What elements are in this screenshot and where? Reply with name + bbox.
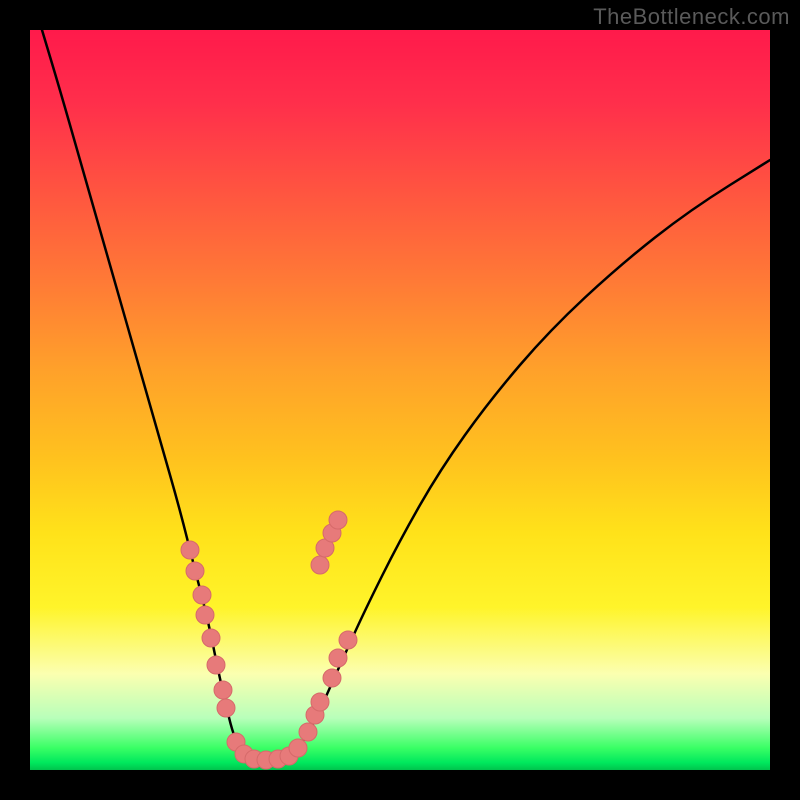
- data-point: [311, 556, 329, 574]
- data-point: [181, 541, 199, 559]
- data-point: [311, 693, 329, 711]
- data-point: [289, 739, 307, 757]
- data-point: [339, 631, 357, 649]
- plot-area: [30, 30, 770, 770]
- curve-svg: [30, 30, 770, 770]
- data-point: [323, 669, 341, 687]
- chart-frame: TheBottleneck.com: [0, 0, 800, 800]
- data-point: [214, 681, 232, 699]
- data-point: [217, 699, 235, 717]
- data-point: [329, 649, 347, 667]
- data-point: [207, 656, 225, 674]
- data-point: [196, 606, 214, 624]
- data-point: [193, 586, 211, 604]
- curve-paths: [42, 30, 770, 760]
- data-point: [299, 723, 317, 741]
- data-point: [329, 511, 347, 529]
- data-points: [181, 511, 357, 769]
- data-point: [202, 629, 220, 647]
- watermark-text: TheBottleneck.com: [593, 4, 790, 30]
- curve-left-arm: [42, 30, 250, 758]
- data-point: [186, 562, 204, 580]
- curve-right-arm: [290, 160, 770, 756]
